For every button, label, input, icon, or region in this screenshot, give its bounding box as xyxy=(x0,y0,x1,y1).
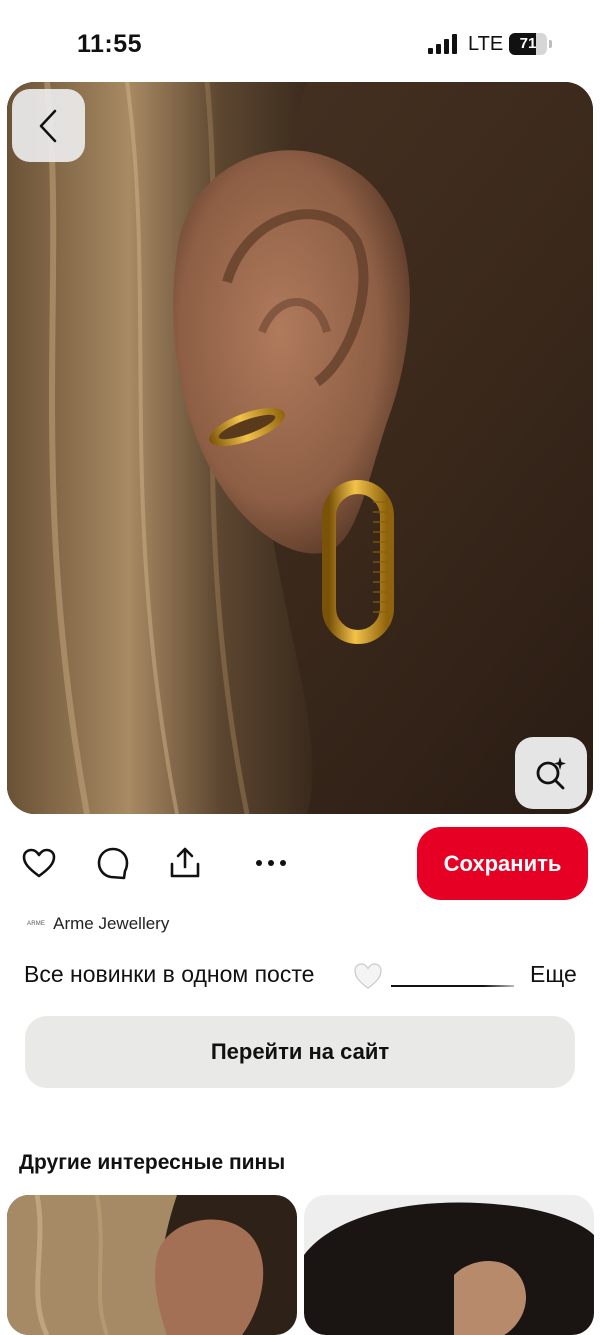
like-button[interactable] xyxy=(22,846,56,880)
more-options-button[interactable] xyxy=(254,846,288,880)
earring-photo xyxy=(7,82,593,814)
share-icon xyxy=(170,847,200,878)
status-bar: 11:55 LTE 71 xyxy=(0,0,600,80)
status-time: 11:55 xyxy=(77,30,143,58)
chevron-left-icon xyxy=(39,109,56,142)
save-button[interactable]: Сохранить xyxy=(417,827,588,900)
pin-image[interactable] xyxy=(7,82,593,814)
white-heart-icon xyxy=(354,963,382,989)
more-pins-title: Другие интересные пины xyxy=(19,1151,286,1174)
more-link[interactable]: Еще xyxy=(530,961,577,988)
signal-icon xyxy=(428,34,458,54)
related-pin-image xyxy=(7,1195,297,1335)
back-button[interactable] xyxy=(12,89,85,162)
author-row[interactable]: ARME Arme Jewellery xyxy=(27,912,169,936)
author-logo: ARME xyxy=(27,921,46,927)
description-divider xyxy=(391,985,514,987)
share-button[interactable] xyxy=(168,846,202,880)
visual-search-icon xyxy=(536,757,566,790)
related-pin-1[interactable] xyxy=(7,1195,297,1335)
related-pin-2[interactable] xyxy=(304,1195,594,1335)
heart-icon xyxy=(22,848,56,878)
battery-percent: 71 xyxy=(519,35,537,52)
pin-description: Все новинки в одном посте Еще xyxy=(24,961,579,991)
visual-search-button[interactable] xyxy=(515,737,587,809)
comment-icon xyxy=(97,847,129,880)
related-pin-image xyxy=(304,1195,594,1335)
comment-button[interactable] xyxy=(96,846,130,880)
description-text: Все новинки в одном посте xyxy=(24,961,315,987)
more-icon xyxy=(256,860,286,866)
author-name[interactable]: Arme Jewellery xyxy=(53,914,169,934)
visit-site-button[interactable]: Перейти на сайт xyxy=(25,1016,575,1088)
battery-icon: 71 xyxy=(509,33,553,55)
network-label: LTE xyxy=(468,33,504,55)
